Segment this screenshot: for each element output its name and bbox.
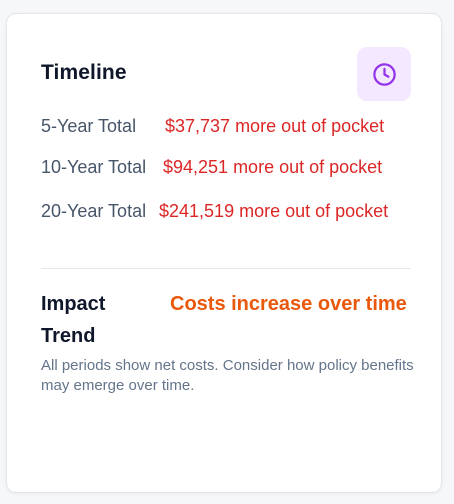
row-label: 5-Year Total — [41, 116, 137, 136]
row-value: $94,251 more out of pocket — [163, 157, 383, 177]
impact-trend-value: Costs increase over time — [170, 293, 407, 315]
card-title: Timeline — [41, 61, 127, 84]
row-value: $241,519 more out of pocket — [159, 201, 389, 221]
timeline-icon-badge — [357, 47, 411, 101]
timeline-card: Timeline 5-Year Total $37,737 more out o… — [6, 13, 442, 493]
row-value: $37,737 more out of pocket — [165, 116, 385, 136]
clock-icon — [372, 62, 396, 86]
card-note: All periods show net costs. Consider how… — [41, 357, 414, 394]
row-label: 10-Year Total — [41, 157, 147, 177]
row-label: 20-Year Total — [41, 201, 147, 221]
divider — [41, 268, 411, 269]
impact-trend-label: Impact Trend — [41, 293, 106, 347]
